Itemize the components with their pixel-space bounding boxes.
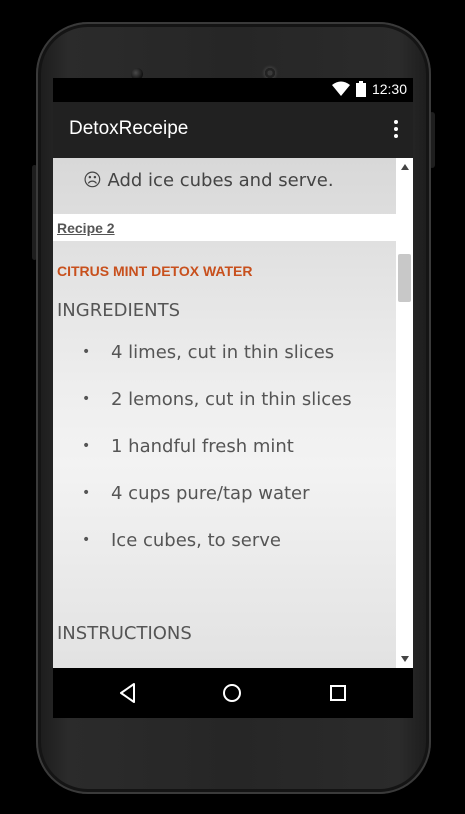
ingredients-list: • 4 limes, cut in thin slices • 2 lemons, … — [53, 342, 396, 577]
nav-bar — [53, 668, 413, 718]
back-icon[interactable] — [115, 681, 141, 705]
app-bar: DetoxReceipe — [53, 102, 413, 158]
scroll-up-icon[interactable] — [401, 164, 409, 170]
battery-icon — [355, 81, 366, 97]
status-time: 12:30 — [371, 81, 407, 97]
recipe-content[interactable]: ☹ Add ice cubes and serve. Recipe 2 CITR… — [53, 158, 396, 668]
previous-step-text: ☹ Add ice cubes and serve. — [83, 170, 334, 191]
status-bar: 12:30 — [53, 78, 413, 102]
home-icon[interactable] — [219, 681, 245, 705]
app-title: DetoxReceipe — [69, 118, 189, 139]
ingredients-heading: INGREDIENTS — [57, 300, 181, 321]
scroll-thumb[interactable] — [398, 254, 411, 302]
recents-icon[interactable] — [325, 681, 351, 705]
list-item: • 4 cups pure/tap water — [82, 483, 310, 504]
screen: 12:30 DetoxReceipe ☹ Add ice cubes and s… — [53, 78, 413, 718]
scrollbar[interactable] — [396, 158, 413, 668]
wifi-icon — [331, 81, 350, 96]
recipe-title: CITRUS MINT DETOX WATER — [57, 263, 253, 279]
scroll-down-icon[interactable] — [401, 656, 409, 662]
instructions-heading: INSTRUCTIONS — [57, 623, 192, 644]
list-item: • 2 lemons, cut in thin slices — [82, 389, 352, 410]
recipe-link[interactable]: Recipe 2 — [57, 220, 115, 236]
recipe-link-row[interactable]: Recipe 2 — [53, 214, 396, 241]
overflow-menu-icon[interactable] — [393, 120, 399, 140]
list-item: • 1 handful fresh mint — [82, 436, 294, 457]
list-item: • Ice cubes, to serve — [82, 530, 281, 551]
list-item: • 4 limes, cut in thin slices — [82, 342, 335, 363]
